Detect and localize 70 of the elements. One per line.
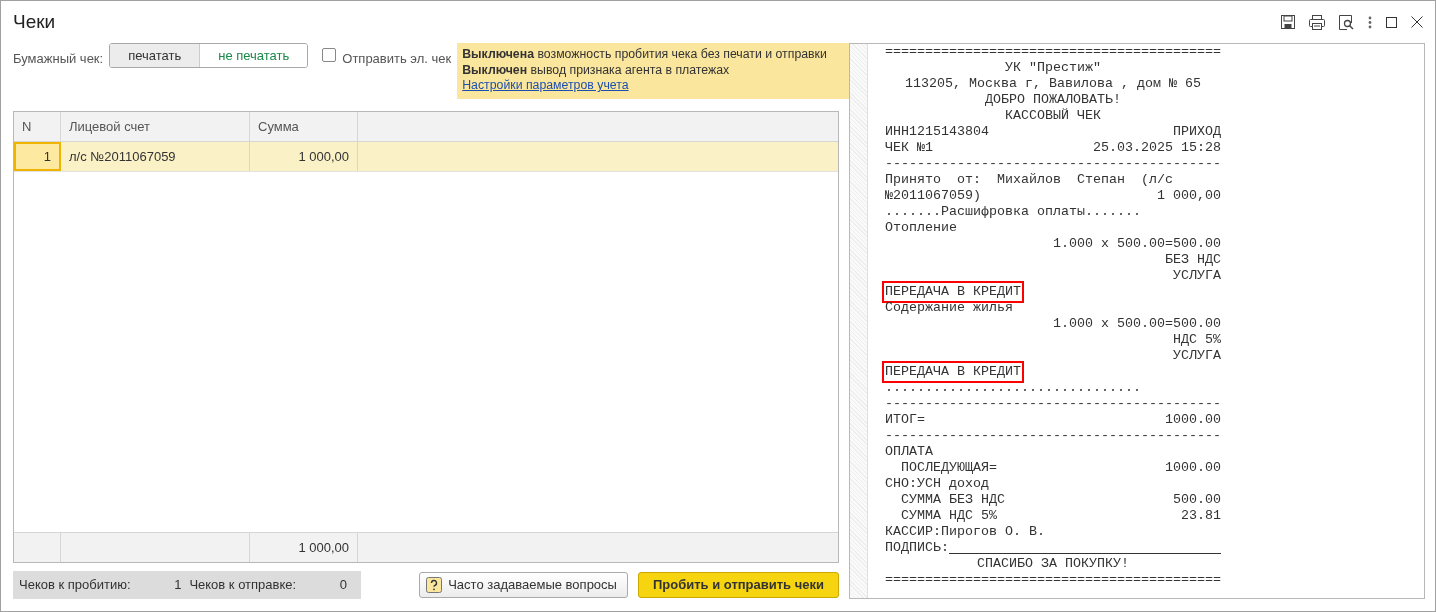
column-header: N [14,112,61,141]
receipt-text: Содержание жилья [885,300,1013,316]
receipt-text: 1.000 x 500.00=500.00 [1053,316,1221,332]
send-email-label: Отправить эл. чек [342,50,452,68]
maximize-icon[interactable] [1386,16,1397,28]
receipt-text: УК "Престиж" [1005,60,1101,76]
table-cell: 1 [14,142,61,171]
column-header: Лицевой счет [61,112,250,141]
table-cell: 1 000,00 [250,142,358,171]
send-email-checkbox[interactable] [322,48,337,62]
receipt-text: 1.000 x 500.00=500.00 [1053,236,1221,252]
receipt-text: ИТОГ= [885,412,925,428]
receipt-text: СУММА НДС 5% [900,508,997,524]
receipt-text: СНО:УСН доход [885,476,989,492]
table-row[interactable]: 1 л/с №2011067059 1 000,00 [14,142,838,172]
receipt-text: НДС 5% [1173,332,1221,348]
receipt-text: №2011067059) [885,188,981,204]
receipt-amount: 500.00 [1173,492,1221,508]
receipt-amount: 23.81 [1181,508,1221,524]
receipt-text: УСЛУГА [1173,268,1221,284]
receipt-amount: 25.03.2025 15:28 [1093,140,1221,156]
receipt-text: 113205, Москва г, Вавилова , дом № 65 [905,76,1201,92]
receipt-text: ПОДПИСЬ: [885,540,949,556]
receipt-text: ................................ [885,380,1141,396]
notice-text: Выключен вывод признака агента в платежах [462,62,731,78]
paper-check-label: Бумажный чек: [13,50,104,68]
receipt-text: СУММА БЕЗ НДС [900,492,1005,508]
counter-label: Чеков к отправке: [189,576,297,595]
receipt-text: ЧЕК №1 [885,140,933,156]
receipt-text: БЕЗ НДС [1165,252,1221,268]
receipt-text: ПЕРЕДАЧА В КРЕДИТ [885,364,1021,380]
column-header: Сумма [250,112,358,141]
receipt-text: УСЛУГА [1173,348,1221,364]
faq-button[interactable]: Часто задаваемые вопросы [419,572,628,598]
receipt-text: ОПЛАТА [885,444,933,460]
save-icon[interactable] [1281,15,1295,29]
counter-label: Чеков к пробитию: [19,576,131,595]
receipt-amount: ПРИХОД [1173,124,1221,140]
receipt-text: Принято от: Михайлов Степан (л/с [885,172,1173,188]
receipt-text: Отопление [885,220,957,236]
separator-line: ------------------------------------------ [885,428,1221,444]
toggle-option[interactable]: печатать [110,44,201,67]
receipt-text: КАССОВЫЙ ЧЕК [1005,108,1101,124]
close-icon[interactable] [1411,16,1423,28]
separator-line: ------------------------------------------ [885,396,1221,412]
window-title: Чеки [13,9,56,34]
receipt-text: ДОБРО ПОЖАЛОВАТЬ! [985,92,1121,108]
notice-text: Выключена возможность пробития чека без печати и отправки [462,47,828,63]
total-sum: 1 000,00 [250,533,358,562]
preview-icon[interactable] [1339,14,1354,30]
receipt-amount: 1 000,00 [1157,188,1221,204]
submit-button[interactable]: Пробить и отправить чеки [637,572,839,598]
separator-line: ========================================== [885,44,1221,60]
receipt-text: СПАСИБО ЗА ПОКУПКУ! [977,556,1129,572]
receipt-text: .......Расшифровка оплаты....... [885,204,1141,220]
counter-value: 0 [339,576,348,595]
receipt-text: ИНН1215143804 [885,124,989,140]
separator-line: ========================================== [885,572,1221,588]
settings-link[interactable]: Настройки параметров учета [462,78,629,92]
receipt-text: ПОСЛЕДУЮЩАЯ= [900,460,997,476]
counter-value: 1 [174,576,183,595]
table-cell: л/с №2011067059 [61,142,250,171]
print-icon[interactable] [1309,14,1325,30]
receipt-amount: 1000.00 [1165,412,1221,428]
separator-line: ------------------------------------------ [885,156,1221,172]
receipt-text: КАССИР:Пирогов О. В. [885,524,1045,540]
more-icon[interactable] [1368,15,1372,29]
receipt-text: ПЕРЕДАЧА В КРЕДИТ [885,284,1021,300]
receipt-amount: 1000.00 [1165,460,1221,476]
help-icon [426,577,443,593]
